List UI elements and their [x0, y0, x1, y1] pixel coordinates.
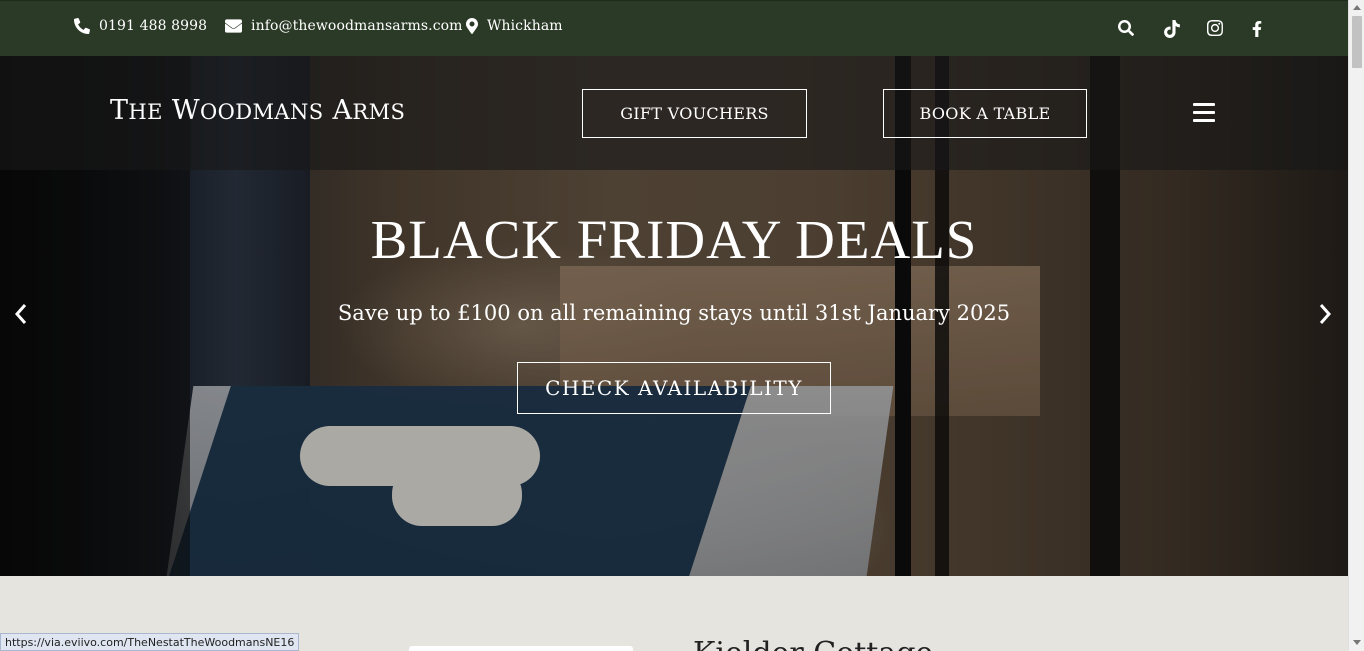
- slider-prev-button[interactable]: [14, 303, 28, 325]
- phone-number[interactable]: 0191 488 8998: [99, 18, 207, 34]
- scroll-down-arrow-icon[interactable]: [1353, 640, 1361, 645]
- tiktok-link[interactable]: [1164, 20, 1180, 38]
- check-availability-button[interactable]: CHECK AVAILABILITY: [517, 362, 831, 414]
- phone-icon: [74, 18, 90, 34]
- logo-letters: HE: [128, 100, 163, 124]
- tiktok-icon: [1164, 20, 1180, 38]
- status-bar-url: https://via.eviivo.com/TheNestatTheWoodm…: [0, 633, 300, 651]
- search-button[interactable]: [1118, 20, 1134, 36]
- page-scrollbar[interactable]: [1348, 0, 1364, 651]
- site-logo[interactable]: THE WOODMANS ARMS: [110, 95, 405, 126]
- facebook-link[interactable]: [1252, 20, 1262, 38]
- top-contact-bar: 0191 488 8998 info@thewoodmansarms.com W…: [0, 0, 1348, 56]
- logo-letter: W: [171, 95, 201, 126]
- email-contact[interactable]: info@thewoodmansarms.com: [225, 18, 463, 34]
- logo-letters: RMS: [352, 100, 406, 124]
- facebook-icon: [1252, 21, 1262, 37]
- hero-subtitle: Save up to £100 on all remaining stays u…: [337, 301, 1011, 325]
- hamburger-menu-icon[interactable]: [1193, 103, 1215, 127]
- chevron-left-icon: [14, 304, 27, 324]
- email-address[interactable]: info@thewoodmansarms.com: [251, 18, 463, 34]
- location-contact[interactable]: Whickham: [466, 18, 563, 34]
- gift-vouchers-button[interactable]: GIFT VOUCHERS: [582, 89, 807, 138]
- logo-letter: T: [110, 95, 129, 126]
- instagram-link[interactable]: [1207, 20, 1223, 36]
- book-a-table-button[interactable]: BOOK A TABLE: [883, 89, 1087, 138]
- logo-letter: A: [332, 95, 353, 126]
- section-heading: Kielder Cottage: [693, 636, 933, 651]
- logo-letters: OODMANS: [200, 100, 324, 124]
- envelope-icon: [225, 19, 242, 33]
- scrollbar-thumb[interactable]: [1352, 16, 1362, 68]
- map-marker-icon: [466, 18, 478, 34]
- slider-next-button[interactable]: [1318, 303, 1332, 325]
- scroll-up-arrow-icon[interactable]: [1353, 5, 1361, 10]
- content-card: [409, 646, 633, 651]
- hero-title: BLACK FRIDAY DEALS: [370, 209, 978, 270]
- phone-contact[interactable]: 0191 488 8998: [74, 18, 207, 34]
- location-name[interactable]: Whickham: [487, 18, 563, 34]
- chevron-right-icon: [1319, 304, 1332, 324]
- instagram-icon: [1207, 20, 1223, 36]
- search-icon: [1118, 20, 1134, 36]
